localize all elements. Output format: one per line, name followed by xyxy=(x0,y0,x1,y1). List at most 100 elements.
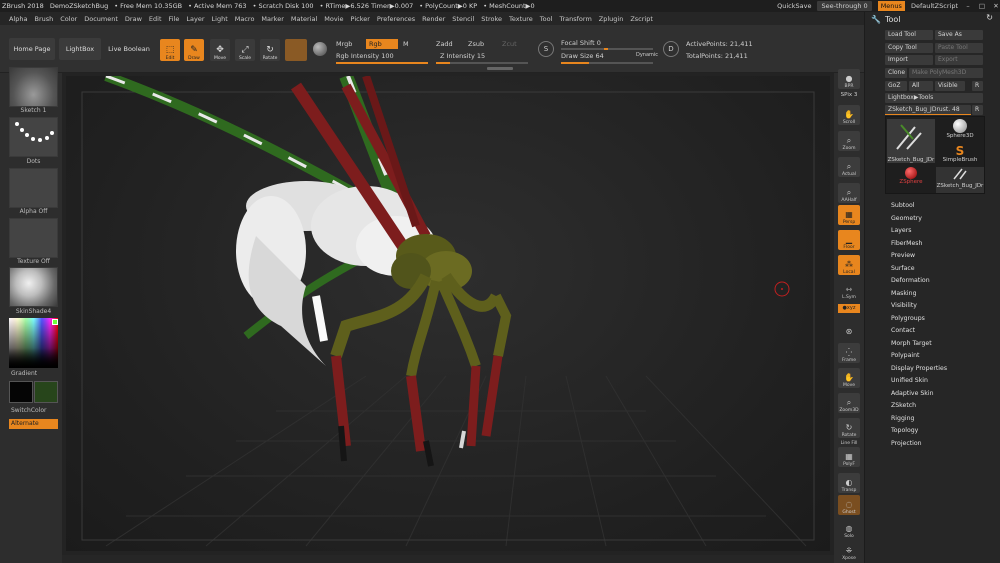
persp-button[interactable]: ▦ Persp xyxy=(838,205,860,225)
menu-color[interactable]: Color xyxy=(60,15,77,23)
zsub-button[interactable]: Zsub xyxy=(468,40,484,48)
dynamic-toggle[interactable]: Dynamic xyxy=(636,52,658,58)
tool-thumb-sphere3d[interactable]: Sphere3D xyxy=(936,119,984,145)
subpalette-surface[interactable]: Surface xyxy=(891,263,996,276)
minimize-icon[interactable]: – xyxy=(964,2,972,10)
menu-brush[interactable]: Brush xyxy=(34,15,53,23)
menu-texture[interactable]: Texture xyxy=(509,15,533,23)
menu-edit[interactable]: Edit xyxy=(149,15,162,23)
subpalette-unified-skin[interactable]: Unified Skin xyxy=(891,375,996,388)
menu-marker[interactable]: Marker xyxy=(261,15,283,23)
subpalette-geometry[interactable]: Geometry xyxy=(891,213,996,226)
draw-mode-button[interactable]: ✎ Draw xyxy=(184,39,204,61)
menu-document[interactable]: Document xyxy=(84,15,118,23)
subpalette-adaptive-skin[interactable]: Adaptive Skin xyxy=(891,388,996,401)
menu-stroke[interactable]: Stroke xyxy=(481,15,502,23)
solo-button[interactable]: ◍ Solo xyxy=(838,519,860,539)
subpalette-zsketch[interactable]: ZSketch xyxy=(891,400,996,413)
subpalette-preview[interactable]: Preview xyxy=(891,250,996,263)
zoom3d-button[interactable]: ⌕ Zoom3D xyxy=(838,393,860,413)
all-button[interactable]: All xyxy=(909,81,933,91)
scroll-button[interactable]: ✋ Scroll xyxy=(838,105,860,125)
menu-movie[interactable]: Movie xyxy=(324,15,343,23)
menu-render[interactable]: Render xyxy=(422,15,445,23)
palette-refresh-icon[interactable]: ↻ xyxy=(986,13,993,22)
close-icon[interactable]: ✕ xyxy=(992,2,1000,10)
rotate-view-button[interactable]: ↻ Rotate xyxy=(838,418,860,438)
tool-palette-header[interactable]: 🔧 Tool ↻ xyxy=(865,12,1000,26)
visible-button[interactable]: Visible xyxy=(935,81,965,91)
menu-alpha[interactable]: Alpha xyxy=(9,15,27,23)
subpalette-polygroups[interactable]: Polygroups xyxy=(891,313,996,326)
live-boolean-button[interactable]: Live Boolean xyxy=(104,38,154,60)
subpalette-visibility[interactable]: Visibility xyxy=(891,300,996,313)
rotation-axis-button[interactable]: ⊛ xyxy=(838,317,860,337)
subpalette-masking[interactable]: Masking xyxy=(891,288,996,301)
material-sphere-icon[interactable] xyxy=(313,42,327,56)
subpalette-deformation[interactable]: Deformation xyxy=(891,275,996,288)
actual-button[interactable]: ⌕ Actual xyxy=(838,157,860,177)
tool-thumb-simplebrush[interactable]: S SimpleBrush xyxy=(936,145,984,167)
menu-stencil[interactable]: Stencil xyxy=(452,15,474,23)
spix-slider[interactable]: SPix 3 xyxy=(838,92,860,98)
draw-size-slider[interactable]: Draw Size 64 xyxy=(561,52,604,60)
menu-zscript[interactable]: Zscript xyxy=(630,15,653,23)
tool-thumb-zsketch[interactable]: ZSketch_Bug_JDr xyxy=(887,119,935,163)
aahalf-button[interactable]: ⌕ AAHalf xyxy=(838,183,860,203)
alternate-button[interactable]: Alternate xyxy=(9,419,58,429)
stroke-thumbnail[interactable] xyxy=(9,117,58,157)
brush-thumbnail[interactable] xyxy=(9,67,58,107)
subpalette-topology[interactable]: Topology xyxy=(891,425,996,438)
scale-mode-button[interactable]: ⤢ Scale xyxy=(235,39,255,61)
save-as-button[interactable]: Save As xyxy=(935,30,983,40)
xpose-button[interactable]: ⁜ Xpose xyxy=(838,541,860,561)
lsym-button[interactable]: ⇿ L.Sym xyxy=(838,280,860,300)
subpalette-morph-target[interactable]: Morph Target xyxy=(891,338,996,351)
tool-thumb-zsketch-2[interactable]: ZSketch_Bug_JDr xyxy=(936,167,984,193)
zcut-button[interactable]: Zcut xyxy=(502,40,517,48)
maximize-icon[interactable]: □ xyxy=(978,2,986,10)
goz-button[interactable]: GoZ xyxy=(885,81,907,91)
rgb-button[interactable]: Rgb xyxy=(366,39,398,49)
document-viewport[interactable] xyxy=(66,76,830,551)
focal-shift-slider[interactable]: Focal Shift 0 xyxy=(561,39,601,47)
menu-macro[interactable]: Macro xyxy=(235,15,255,23)
stroke-size-s-icon[interactable]: S xyxy=(538,41,554,57)
menu-light[interactable]: Light xyxy=(212,15,228,23)
switch-color-button[interactable]: SwitchColor xyxy=(11,407,60,414)
subpalette-display-properties[interactable]: Display Properties xyxy=(891,363,996,376)
gradient-label[interactable]: Gradient xyxy=(11,370,60,377)
edit-mode-button[interactable]: ⬚ Edit xyxy=(160,39,180,61)
subpalette-fibermesh[interactable]: FiberMesh xyxy=(891,238,996,251)
floor-button[interactable]: ▁ Floor xyxy=(838,230,860,250)
tool-thumb-zsphere[interactable]: ZSphere xyxy=(887,167,935,193)
export-button[interactable]: Export xyxy=(935,55,983,65)
menu-file[interactable]: File xyxy=(169,15,180,23)
default-zscript-button[interactable]: DefaultZScript xyxy=(911,2,958,10)
menu-draw[interactable]: Draw xyxy=(125,15,142,23)
bpr-button[interactable]: ● BPR xyxy=(838,69,860,89)
copy-tool-button[interactable]: Copy Tool xyxy=(885,43,933,53)
subpalette-projection[interactable]: Projection xyxy=(891,438,996,451)
texture-thumbnail[interactable] xyxy=(9,218,58,258)
clone-button[interactable]: Clone xyxy=(885,68,907,78)
shelf-scroll-handle[interactable] xyxy=(487,67,513,70)
dynamic-d-icon[interactable]: D xyxy=(663,41,679,57)
transp-button[interactable]: ◐ Transp xyxy=(838,473,860,493)
menu-tool[interactable]: Tool xyxy=(540,15,553,23)
load-tool-button[interactable]: Load Tool xyxy=(885,30,933,40)
see-through-slider[interactable]: See-through 0 xyxy=(817,1,872,11)
menu-material[interactable]: Material xyxy=(291,15,317,23)
move-view-button[interactable]: ✋ Move xyxy=(838,368,860,388)
menu-preferences[interactable]: Preferences xyxy=(377,15,415,23)
polyf-button[interactable]: ▦ PolyF xyxy=(838,447,860,467)
current-tool-r-button[interactable]: R xyxy=(972,105,983,115)
material-thumbnail[interactable] xyxy=(9,267,58,307)
menu-layer[interactable]: Layer xyxy=(186,15,204,23)
m-button[interactable]: M xyxy=(403,40,409,48)
move-mode-button[interactable]: ✥ Move xyxy=(210,39,230,61)
subpalette-subtool[interactable]: Subtool xyxy=(891,200,996,213)
zadd-button[interactable]: Zadd xyxy=(436,40,453,48)
menu-picker[interactable]: Picker xyxy=(351,15,370,23)
lightbox-tools-button[interactable]: Lightbox▶Tools xyxy=(885,93,983,103)
